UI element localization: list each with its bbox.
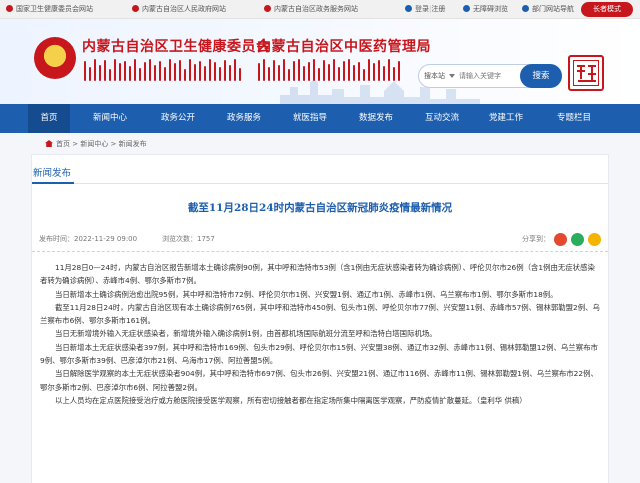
nav-data-release[interactable]: 数据发布 [346,104,406,133]
article-title: 截至11月28日24时内蒙古自治区新冠肺炎疫情最新情况 [187,202,453,214]
sitemap-icon [522,5,529,12]
article-paragraph: 以上人员均在定点医院接受治疗或方舱医院接受医学观察，所有密切接触者都在指定场所集… [55,395,527,405]
emblem-icon [132,5,139,12]
share-label: 分享到： [522,235,550,243]
article-paragraph: 当日新增本土无症状感染者397例，其中呼和浩特市169例、包头市29例、呼伦贝尔… [40,342,598,366]
chevron-down-icon [449,74,455,78]
care-mode-button[interactable]: 长者模式 [581,2,633,17]
user-links: 登录|注册 [405,0,445,19]
breadcrumb: 首页 > 新闻中心 > 新闻发布 [45,138,147,150]
login-link[interactable]: 登录 [415,5,429,13]
user-icon [405,5,412,12]
section-title: 新闻发布 [33,168,72,179]
qzone-icon[interactable] [588,233,601,246]
weibo-icon[interactable] [554,233,567,246]
section-divider [32,183,608,184]
main-nav: 首页 新闻中心 政务公开 政务服务 就医指导 数据发布 互动交流 党建工作 专题… [0,104,640,133]
nav-special-topics[interactable]: 专题栏目 [544,104,604,133]
wechat-icon[interactable] [571,233,584,246]
article-paragraph: 截至11月28日24时，内蒙古自治区现有本土确诊病例765例，其中呼和浩特市45… [40,302,600,326]
emblem-icon [6,5,13,12]
section-divider-accent [32,182,74,184]
site-title-health: 内蒙古自治区卫生健康委员会 [82,39,271,55]
home-icon [45,140,53,147]
nav-gov-services[interactable]: 政务服务 [214,104,274,133]
link-service-label: 内蒙古自治区政务服务网站 [274,5,358,13]
mongolian-script-logo-tcm [258,59,403,81]
breadcrumb-separator: > [108,140,119,148]
publish-time: 发布时间：2022-11-29 09:00 [39,235,138,243]
link-gov-label: 内蒙古自治区人民政府网站 [142,5,226,13]
link-nhc[interactable]: 国家卫生健康委员会网站 [6,0,93,19]
breadcrumb-separator: > [70,140,81,148]
article-paragraph: 当日新增本土确诊病例治愈出院95例，其中呼和浩特市72例、呼伦贝尔市1例、兴安盟… [55,289,558,299]
nav-medical-guide[interactable]: 就医指导 [280,104,340,133]
nav-party-work[interactable]: 党建工作 [476,104,536,133]
mongolian-script-logo [84,59,244,81]
view-count: 浏览次数：1757 [162,235,215,243]
article-paragraph: 当日无新增境外输入无症状感染者，新增境外输入确诊病例1例，由首都机场国际航班分流… [55,329,437,339]
emblem-icon [264,5,271,12]
national-emblem-icon: ★ [34,37,76,79]
accessibility-label: 无障碍浏览 [473,5,508,13]
breadcrumb-home[interactable]: 首页 [56,140,70,148]
tcm-seal-logo [568,55,604,91]
nav-home[interactable]: 首页 [28,104,70,133]
content-panel: 新闻发布 截至11月28日24时内蒙古自治区新冠肺炎疫情最新情况 发布时间：20… [31,154,609,483]
article-paragraph: 当日解除医学观察的本土无症状感染者904例，其中呼和浩特市697例、包头市26例… [40,369,598,392]
article-paragraph: 11月28日0—24时，内蒙古自治区报告新增本土确诊病例90例，其中呼和浩特市5… [40,263,595,286]
article-meta: 发布时间：2022-11-29 09:00 浏览次数：1757 分享到： [32,228,608,252]
accessibility-icon [463,5,470,12]
search-button[interactable]: 搜索 [520,64,562,88]
dept-nav-label: 部门网站导航 [532,5,574,13]
article-body: 11月28日0—24时，内蒙古自治区报告新增本土确诊病例90例，其中呼和浩特市5… [40,261,602,407]
top-utility-bar: 国家卫生健康委员会网站 内蒙古自治区人民政府网站 内蒙古自治区政务服务网站 登录… [0,0,640,19]
nav-gov-affairs[interactable]: 政务公开 [148,104,208,133]
register-link[interactable]: 注册 [431,5,445,13]
dept-nav-link[interactable]: 部门网站导航 [522,0,574,19]
search-scope-select[interactable]: 搜本站 [424,65,445,87]
link-nhc-label: 国家卫生健康委员会网站 [16,5,93,13]
site-title-tcm: 内蒙古自治区中医药管理局 [257,39,431,55]
nav-interaction[interactable]: 互动交流 [412,104,472,133]
nav-news[interactable]: 新闻中心 [80,104,140,133]
site-header: ★ 内蒙古自治区卫生健康委员会 内蒙古自治区中医药管理局 搜本站 搜索 [0,19,640,104]
accessibility-link[interactable]: 无障碍浏览 [463,0,508,19]
breadcrumb-news-release[interactable]: 新闻发布 [119,140,147,148]
link-gov[interactable]: 内蒙古自治区人民政府网站 [132,0,226,19]
breadcrumb-news-center[interactable]: 新闻中心 [80,140,108,148]
link-service[interactable]: 内蒙古自治区政务服务网站 [264,0,358,19]
